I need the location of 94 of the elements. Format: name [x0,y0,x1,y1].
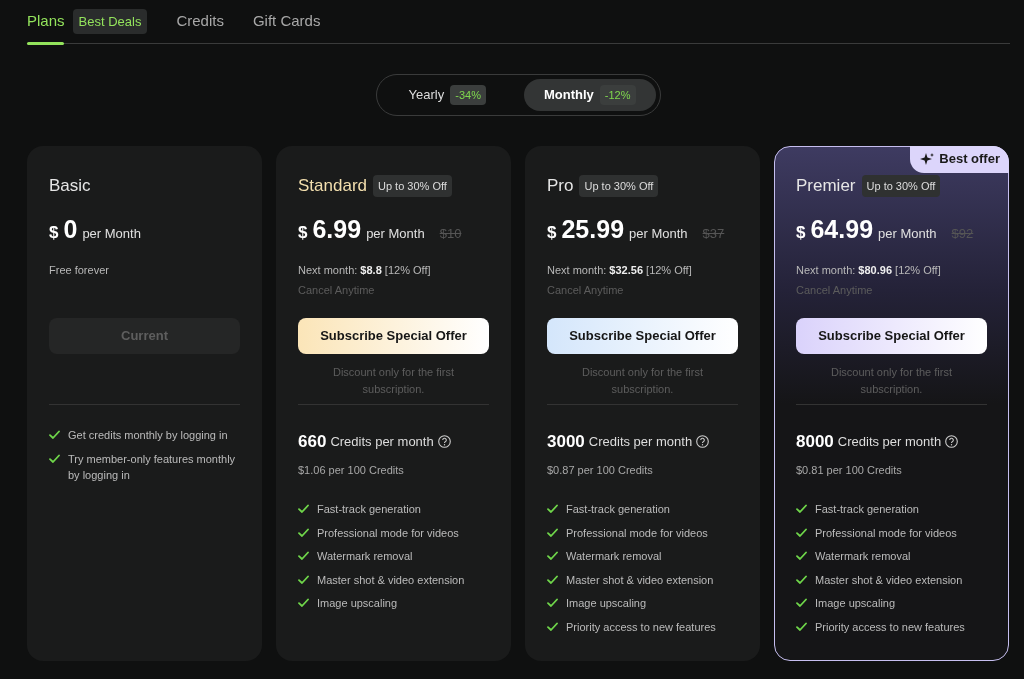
original-price: $37 [702,224,725,243]
billing-option[interactable]: Monthly -12% [523,79,656,111]
check-icon [298,551,309,560]
feature-text: Watermark removal [317,549,413,564]
tab[interactable]: Gift Cards [252,0,321,44]
plan-name: Basic [49,175,91,197]
original-price: $10 [439,224,462,243]
price-period: per Month [878,224,937,243]
price: 25.99 [561,213,625,245]
price-period: per Month [82,224,141,243]
plan-name: Standard [298,175,367,197]
check-icon [298,574,309,584]
plan-note: Cancel Anytime [298,283,376,298]
currency-symbol: $ [49,221,59,244]
credit-amount: 8000 [796,431,834,453]
check-icon [547,574,558,584]
price: 0 [63,213,78,245]
feature-text: Fast-track generation [566,502,670,517]
price: 6.99 [312,213,362,245]
subscribe-button[interactable]: Subscribe Special Offer [547,318,738,354]
check-icon [547,504,558,513]
tab[interactable]: Plans [27,0,65,44]
plan-name: Pro [547,175,574,197]
credit-rate: $0.87 per 100 Credits [547,462,654,478]
credit-label: Credits per month [330,433,434,451]
currency-symbol: $ [298,221,308,244]
check-icon [49,453,60,463]
help-icon [945,435,959,449]
feature-text: Fast-track generation [317,502,421,517]
check-icon [796,598,807,607]
help-icon [437,435,451,449]
credit-amount: 660 [298,431,327,453]
feature-text: Professional mode for videos [566,525,708,541]
feature-text: Master shot & video extension [317,572,465,588]
credit-amount: 3000 [547,431,585,453]
price-period: per Month [629,224,688,243]
check-icon [298,504,309,513]
price-period: per Month [366,224,425,243]
credit-rate: $0.81 per 100 Credits [796,462,903,478]
feature-text: Get credits monthly by logging in [68,428,228,443]
feature-text: Image upscaling [566,596,647,611]
feature-text: Priority access to new features [815,619,965,635]
feature-text: Image upscaling [815,596,896,611]
sparkle-icon [920,152,935,165]
billing-option[interactable]: Yearly -34% [381,79,514,111]
check-icon [796,621,807,631]
tab[interactable]: Credits [176,0,224,44]
credit-label: Credits per month [837,433,942,451]
ribbon-label: Best offer [939,150,1000,168]
discount-note: Discount only for the first subscription. [332,366,455,395]
feature-text: Fast-track generation [815,502,919,517]
check-icon [796,551,807,560]
feature-text: Watermark removal [566,549,662,564]
credit-label: Credits per month [588,433,693,451]
feature-text: Image upscaling [317,596,398,611]
discount-tag: Up to 30% Off [861,174,941,197]
deal-badge: Best Deals [72,8,148,35]
subscribe-button[interactable]: Subscribe Special Offer [298,318,489,354]
discount-note: Discount only for the first subscription. [830,366,953,395]
feature-text: Try member-only features monthly by logging in [68,451,237,483]
check-icon [49,430,60,439]
plan-info: Next month: $8.8 [12% Off] [298,263,432,278]
check-icon [298,527,309,537]
check-icon [796,574,807,584]
plan-note: Cancel Anytime [547,283,625,298]
discount-badge: -34% [450,84,486,106]
feature-text: Priority access to new features [566,619,716,635]
plan-info: Next month: $80.96 [12% Off] [796,263,942,278]
credit-rate: $1.06 per 100 Credits [298,462,405,478]
check-icon [547,598,558,607]
currency-symbol: $ [547,221,557,244]
check-icon [547,621,558,631]
plan-name: Premier [796,175,856,197]
price: 64.99 [810,213,874,245]
feature-text: Watermark removal [815,549,911,564]
check-icon [796,504,807,513]
check-icon [796,527,807,537]
feature-text: Master shot & video extension [815,572,963,588]
check-icon [298,598,309,607]
plan-info: Free forever [49,263,110,278]
check-icon [547,527,558,537]
feature-text: Professional mode for videos [815,525,957,541]
feature-text: Professional mode for videos [317,525,459,541]
currency-symbol: $ [796,221,806,244]
plan-info: Next month: $32.56 [12% Off] [547,263,693,278]
feature-text: Master shot & video extension [566,572,714,588]
discount-badge: -12% [599,84,636,106]
discount-tag: Up to 30% Off [373,174,452,197]
discount-note: Discount only for the first subscription. [581,366,704,395]
plan-note: Cancel Anytime [796,283,874,298]
help-icon [696,435,710,449]
discount-tag: Up to 30% Off [579,174,659,197]
subscribe-button[interactable]: Subscribe Special Offer [796,318,987,354]
check-icon [547,551,558,560]
